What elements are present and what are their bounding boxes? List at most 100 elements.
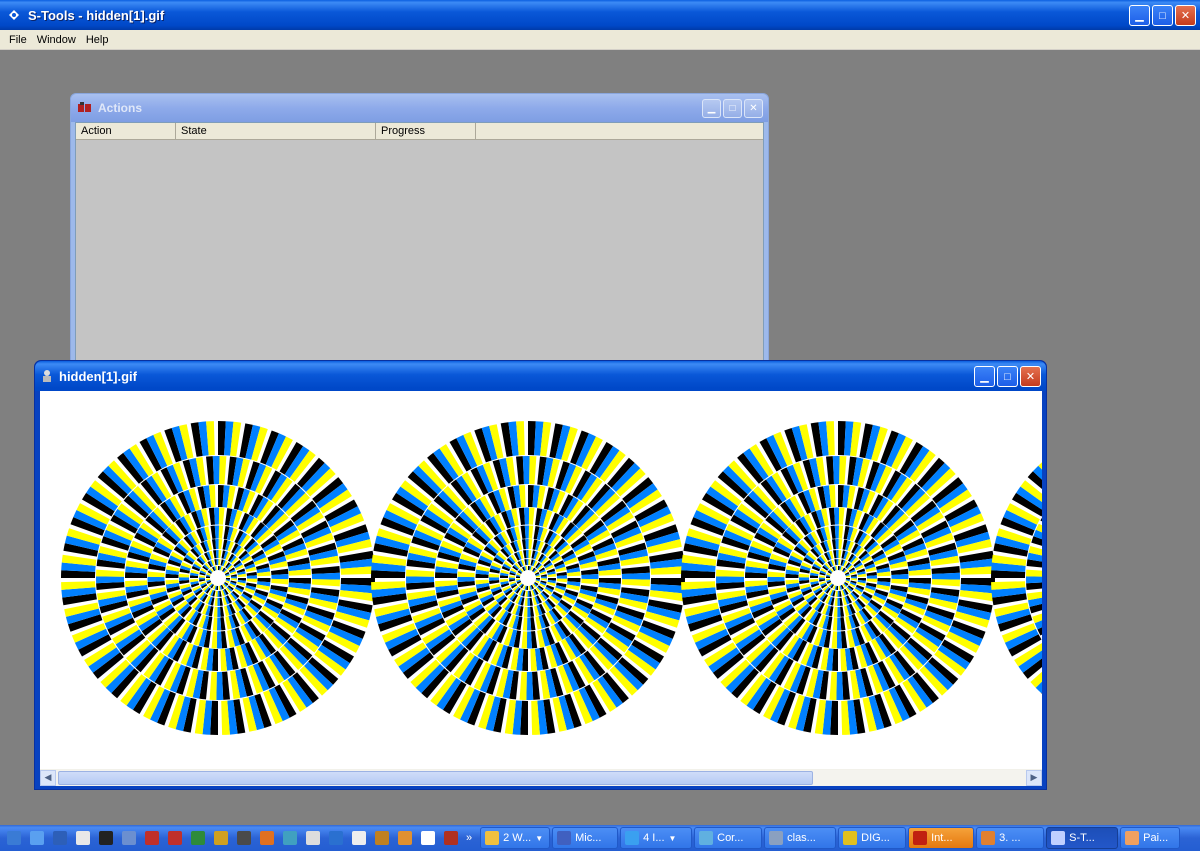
paintbrush-icon[interactable] bbox=[258, 829, 276, 847]
taskbar-button[interactable]: 4 I... ▼ bbox=[620, 827, 693, 849]
actions-list[interactable]: Action State Progress bbox=[75, 122, 764, 368]
chevron-icon[interactable]: » bbox=[466, 832, 472, 844]
image-minimize-button[interactable]: ▁ bbox=[974, 366, 995, 387]
cmd-icon[interactable] bbox=[97, 829, 115, 847]
close-icon: ✕ bbox=[749, 103, 758, 114]
browser-icon[interactable] bbox=[327, 829, 345, 847]
taskbar-button-label: Cor... bbox=[717, 832, 744, 844]
notepad-icon[interactable] bbox=[74, 829, 92, 847]
minimize-button[interactable]: ▁ bbox=[1129, 5, 1150, 26]
snake-disc bbox=[61, 421, 375, 735]
show-desktop-icon[interactable] bbox=[5, 829, 23, 847]
taskbar-button-label: Pai... bbox=[1143, 832, 1169, 844]
column-progress[interactable]: Progress bbox=[376, 123, 476, 139]
minimize-icon: ▁ bbox=[980, 371, 989, 383]
tools-icon[interactable] bbox=[396, 829, 414, 847]
app-icon[interactable] bbox=[442, 829, 460, 847]
taskbar-button[interactable]: S-T... bbox=[1046, 827, 1119, 849]
actions-title: Actions bbox=[98, 101, 143, 115]
app-icon[interactable] bbox=[166, 829, 184, 847]
explorer-icon bbox=[769, 831, 784, 845]
image-canvas[interactable] bbox=[40, 391, 1042, 769]
stools-icon bbox=[6, 7, 22, 23]
taskbar-button-label: Mic... bbox=[575, 832, 602, 844]
app-window: S-Tools - hidden[1].gif ▁ □ ✕ File Windo… bbox=[0, 0, 1200, 825]
actions-close-button[interactable]: ✕ bbox=[744, 99, 763, 118]
scroll-track[interactable] bbox=[56, 769, 1026, 786]
digital-icon bbox=[843, 831, 858, 845]
actions-window: Actions ▁ □ ✕ Action State Progress bbox=[70, 93, 769, 369]
app-title: S-Tools - hidden[1].gif bbox=[28, 7, 165, 23]
illusion-image bbox=[61, 421, 1042, 735]
window-icon[interactable] bbox=[419, 829, 437, 847]
actions-minimize-button[interactable]: ▁ bbox=[702, 99, 721, 118]
snake-disc bbox=[681, 421, 995, 735]
snake-disc bbox=[991, 462, 1042, 694]
app-icon[interactable] bbox=[373, 829, 391, 847]
menu-bar: File Window Help bbox=[0, 30, 1200, 50]
dropdown-icon: ▼ bbox=[668, 833, 677, 843]
scroll-thumb[interactable] bbox=[58, 770, 813, 785]
paint-icon bbox=[1125, 831, 1140, 845]
minimize-icon: ▁ bbox=[1135, 10, 1144, 22]
taskbar-button[interactable]: clas... bbox=[764, 827, 837, 849]
taskbar-button[interactable]: 2 W... ▼ bbox=[480, 827, 551, 849]
digital-icon[interactable] bbox=[212, 829, 230, 847]
snake-disc bbox=[371, 421, 685, 735]
taskbar-button[interactable]: Pai... bbox=[1120, 827, 1181, 849]
network-icon[interactable] bbox=[281, 829, 299, 847]
paint-icon[interactable] bbox=[189, 829, 207, 847]
window-icon[interactable] bbox=[350, 829, 368, 847]
app-titlebar[interactable]: S-Tools - hidden[1].gif ▁ □ ✕ bbox=[0, 0, 1200, 30]
window-icon[interactable] bbox=[304, 829, 322, 847]
image-title: hidden[1].gif bbox=[59, 368, 137, 384]
flash-icon bbox=[913, 831, 928, 845]
task-buttons: 2 W... ▼ Mic... 4 I... ▼ Cor... clas... DIG... I… bbox=[480, 827, 1182, 849]
close-button[interactable]: ✕ bbox=[1175, 5, 1196, 26]
scroll-left-icon[interactable]: ◀ bbox=[40, 769, 56, 786]
list-body[interactable] bbox=[76, 140, 763, 367]
maximize-icon: □ bbox=[1004, 370, 1011, 383]
tools-icon bbox=[981, 831, 996, 845]
taskbar-button[interactable]: Int... bbox=[908, 827, 975, 849]
app-icon[interactable] bbox=[51, 829, 69, 847]
maximize-button[interactable]: □ bbox=[1152, 5, 1173, 26]
taskbar: » 2 W... ▼ Mic... 4 I... ▼ Cor... clas... DIG..… bbox=[0, 825, 1200, 851]
menu-help[interactable]: Help bbox=[81, 34, 114, 46]
stools-icon bbox=[1051, 831, 1066, 845]
image-maximize-button[interactable]: □ bbox=[997, 366, 1018, 387]
minimize-icon: ▁ bbox=[707, 103, 716, 114]
menu-window[interactable]: Window bbox=[32, 34, 81, 46]
tools-icon[interactable] bbox=[235, 829, 253, 847]
close-icon: ✕ bbox=[1180, 10, 1191, 22]
actions-maximize-button[interactable]: □ bbox=[723, 99, 742, 118]
image-titlebar[interactable]: hidden[1].gif bbox=[35, 361, 1046, 391]
taskbar-button-label: 2 W... bbox=[503, 832, 532, 844]
taskbar-button[interactable]: 3. ... bbox=[976, 827, 1045, 849]
maximize-icon: □ bbox=[729, 103, 736, 114]
app-icon bbox=[557, 831, 572, 845]
close-icon: ✕ bbox=[1025, 371, 1036, 383]
taskbar-button[interactable]: DIG... bbox=[838, 827, 907, 849]
calculator-icon[interactable] bbox=[120, 829, 138, 847]
actions-titlebar[interactable]: Actions bbox=[71, 94, 768, 122]
column-action[interactable]: Action bbox=[76, 123, 176, 139]
taskbar-button-label: clas... bbox=[787, 832, 816, 844]
column-state[interactable]: State bbox=[176, 123, 376, 139]
explorer-icon[interactable] bbox=[28, 829, 46, 847]
scroll-right-icon[interactable]: ▶ bbox=[1026, 769, 1042, 786]
image-close-button[interactable]: ✕ bbox=[1020, 366, 1041, 387]
acrobat-icon[interactable] bbox=[143, 829, 161, 847]
taskbar-button[interactable]: Mic... bbox=[552, 827, 619, 849]
menu-file[interactable]: File bbox=[4, 34, 32, 46]
horizontal-scrollbar[interactable]: ◀ ▶ bbox=[40, 769, 1042, 786]
dropdown-icon: ▼ bbox=[535, 833, 544, 843]
column-filler bbox=[476, 123, 763, 139]
taskbar-button-label: 4 I... bbox=[643, 832, 665, 844]
taskbar-button[interactable]: Cor... bbox=[694, 827, 763, 849]
taskbar-button-label: 3. ... bbox=[999, 832, 1021, 844]
network-icon bbox=[699, 831, 714, 845]
taskbar-button-label: S-T... bbox=[1069, 832, 1095, 844]
taskbar-button-label: Int... bbox=[931, 832, 953, 844]
image-window: hidden[1].gif ▁ □ ✕ ◀ ▶ bbox=[34, 360, 1047, 790]
